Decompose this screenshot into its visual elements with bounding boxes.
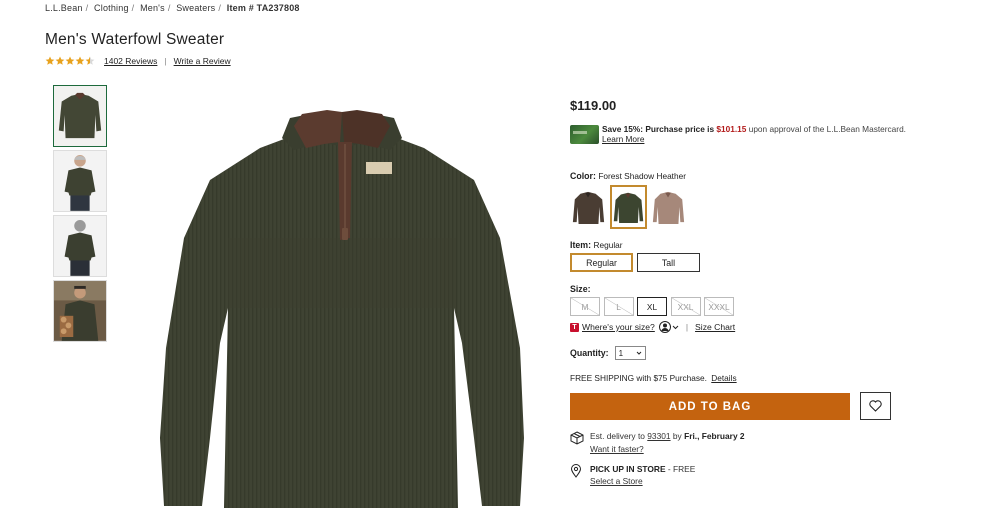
breadcrumb-mens[interactable]: Men's [140, 3, 165, 13]
learn-more-link[interactable]: Learn More [602, 134, 644, 144]
item-type-selector: Item: Regular Regular Tall [570, 240, 704, 272]
star-rating[interactable] [45, 56, 95, 66]
shipping-text: FREE SHIPPING with $75 Purchase. [570, 373, 707, 383]
pickup-free: - FREE [667, 464, 696, 474]
mastercard-promo: Save 15%: Purchase price is $101.15 upon… [570, 124, 906, 144]
delivery-estimate: Est. delivery to 93301 by Fri., February… [570, 431, 745, 454]
avatar-icon[interactable] [658, 321, 679, 333]
half-star-icon [85, 56, 95, 65]
delivery-prefix: Est. delivery to [590, 431, 645, 441]
item-label: Item: [570, 240, 592, 250]
reviews-link[interactable]: 1402 Reviews [104, 56, 157, 66]
quantity-row: Quantity: 1 [570, 346, 646, 360]
size-chart-link[interactable]: Size Chart [695, 322, 735, 332]
thumbnail-model-back[interactable] [53, 215, 107, 277]
product-title: Men's Waterfowl Sweater [45, 31, 225, 48]
breadcrumb-sweaters[interactable]: Sweaters [176, 3, 215, 13]
size-option-xxxl[interactable]: XXXL [704, 297, 734, 316]
quantity-value: 1 [618, 348, 624, 358]
shipping-details-link[interactable]: Details [711, 373, 736, 383]
delivery-zip-link[interactable]: 93301 [647, 431, 670, 441]
product-hero-image[interactable] [152, 108, 532, 514]
size-selector: Size: M L XL XXL XXXL [570, 284, 738, 316]
chevron-down-icon [636, 351, 641, 355]
color-swatch-brown[interactable] [570, 185, 607, 229]
write-review-link[interactable]: Write a Review [174, 56, 231, 66]
true-fit-icon: T [570, 322, 579, 332]
price-block: $119.00 [570, 98, 950, 113]
thumbnail-strip [53, 85, 107, 345]
pickup-in-store: PICK UP IN STORE - FREE Select a Store [570, 464, 695, 486]
delivery-date: Fri., February 2 [684, 431, 745, 441]
size-option-l[interactable]: L [603, 297, 634, 316]
color-swatch-forest-shadow[interactable] [610, 185, 647, 229]
item-option-tall[interactable]: Tall [637, 253, 700, 272]
breadcrumb: L.L.Bean / Clothing / Men's / Sweaters / Ite… [45, 3, 300, 13]
color-swatch-taupe[interactable] [650, 185, 687, 229]
star-icon [45, 56, 55, 65]
item-option-regular[interactable]: Regular [570, 253, 633, 272]
rating-row: 1402 Reviews | Write a Review [45, 56, 231, 66]
star-icon [55, 56, 65, 65]
color-selector: Color: Forest Shadow Heather [570, 171, 690, 229]
size-option-xxl[interactable]: XXL [670, 297, 701, 316]
select-store-link[interactable]: Select a Store [590, 476, 643, 486]
mastercard-card-icon [570, 125, 599, 144]
size-option-m[interactable]: M [570, 297, 600, 316]
star-icon [75, 56, 85, 65]
promo-sale-price: $101.15 [716, 124, 747, 134]
quantity-label: Quantity: [570, 348, 609, 358]
where-size-link[interactable]: Where's your size? [582, 322, 655, 332]
thumbnail-sweater-front[interactable] [53, 85, 107, 147]
size-label: Size: [570, 284, 591, 294]
promo-save-text: Save 15%: Purchase price is [602, 124, 715, 134]
size-help-row: T Where's your size? | Size Chart [570, 321, 735, 333]
item-selected-value: Regular [593, 240, 623, 250]
quantity-select[interactable]: 1 [614, 346, 646, 360]
breadcrumb-llbean[interactable]: L.L.Bean [45, 3, 83, 13]
pickup-title: PICK UP IN STORE [590, 464, 666, 474]
add-to-bag-button[interactable]: ADD TO BAG [570, 393, 850, 420]
size-option-xl[interactable]: XL [637, 297, 667, 316]
heart-icon [869, 400, 882, 412]
want-faster-link[interactable]: Want it faster? [590, 444, 644, 454]
delivery-by: by [672, 431, 682, 441]
price: $119.00 [570, 98, 617, 113]
wishlist-button[interactable] [860, 392, 891, 420]
location-pin-icon [570, 464, 584, 486]
breadcrumb-item-number: Item # TA237808 [226, 3, 300, 13]
free-shipping-note: FREE SHIPPING with $75 Purchase. Details [570, 373, 737, 383]
thumbnail-lifestyle[interactable] [53, 280, 107, 342]
color-selected-value: Forest Shadow Heather [598, 171, 686, 181]
color-label: Color: [570, 171, 596, 181]
star-icon [65, 56, 75, 65]
package-icon [570, 431, 584, 454]
breadcrumb-clothing[interactable]: Clothing [94, 3, 129, 13]
promo-suffix: upon approval of the L.L.Bean Mastercard… [748, 124, 906, 134]
thumbnail-model-front[interactable] [53, 150, 107, 212]
chevron-down-icon [672, 325, 679, 329]
